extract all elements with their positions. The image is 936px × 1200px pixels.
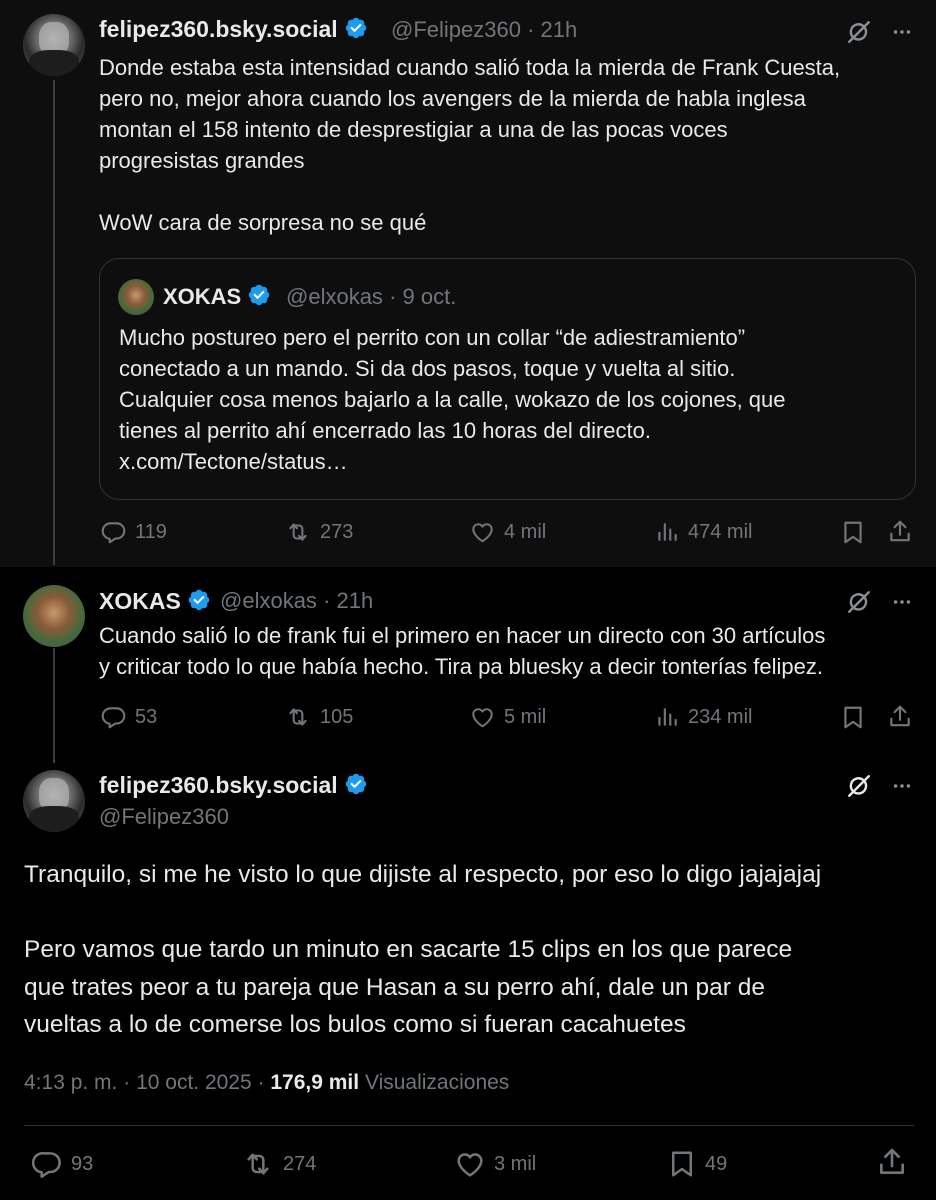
post-text: Cuando salió lo de frank fui el primero … <box>99 623 826 679</box>
thread-line <box>53 648 55 763</box>
like-button[interactable]: 4 mil <box>469 519 546 545</box>
author-handle[interactable]: @Felipez360 · 21h <box>391 17 577 43</box>
like-icon <box>469 704 496 730</box>
repost-button[interactable]: 274 <box>241 1148 316 1180</box>
like-button[interactable]: 3 mil <box>454 1148 536 1180</box>
reply-button[interactable]: 119 <box>101 519 167 545</box>
share-icon <box>876 1146 908 1178</box>
divider <box>24 1125 914 1126</box>
author-name[interactable]: felipez360.bsky.social <box>99 16 368 43</box>
bookmark-button[interactable] <box>840 704 866 731</box>
views-button[interactable]: 234 mil <box>654 704 752 730</box>
share-button[interactable] <box>887 703 913 730</box>
avatar[interactable] <box>23 14 85 76</box>
post-meta: 4:13 p. m. · 10 oct. 2025 · 176,9 mil Vi… <box>24 1071 510 1094</box>
post-text: Tranquilo, si me he visto lo que dijiste… <box>24 861 822 1038</box>
reply-button[interactable]: 93 <box>31 1148 93 1180</box>
thread-line <box>53 80 55 565</box>
bookmark-icon <box>840 519 866 546</box>
quote-link[interactable]: x.com/Tectone/status… <box>119 446 909 477</box>
more-icon[interactable] <box>889 21 915 43</box>
avatar <box>118 279 154 315</box>
grok-icon[interactable] <box>846 589 872 615</box>
post-time[interactable]: 4:13 p. m. <box>24 1071 117 1094</box>
repost-icon <box>284 704 312 730</box>
avatar[interactable] <box>23 585 85 647</box>
author-handle[interactable]: @elxokas · 21h <box>220 588 373 614</box>
views-icon <box>654 519 680 545</box>
author-handle[interactable]: @Felipez360 <box>99 804 229 830</box>
share-icon <box>887 703 913 730</box>
timestamp[interactable]: 21h <box>337 588 374 613</box>
verified-badge-icon <box>344 772 368 796</box>
more-icon[interactable] <box>889 591 915 613</box>
more-icon[interactable] <box>889 775 915 797</box>
reply-button[interactable]: 53 <box>101 704 157 730</box>
like-button[interactable]: 5 mil <box>469 704 546 730</box>
quote-card[interactable]: XOKAS @elxokas · 9 oct. Mucho postureo p… <box>99 258 916 500</box>
like-icon <box>469 519 496 545</box>
views-icon <box>654 704 680 730</box>
grok-icon[interactable] <box>846 19 872 45</box>
views-button[interactable]: 474 mil <box>654 519 752 545</box>
verified-badge-icon <box>187 588 211 612</box>
bookmark-button[interactable] <box>840 519 866 546</box>
verified-badge-icon <box>247 283 271 307</box>
share-button[interactable] <box>887 518 913 545</box>
repost-button[interactable]: 105 <box>284 704 353 730</box>
reply-icon <box>31 1148 63 1180</box>
share-button[interactable] <box>876 1146 908 1178</box>
quote-author-name: XOKAS <box>163 283 271 310</box>
grok-icon[interactable] <box>846 773 872 799</box>
avatar[interactable] <box>23 770 85 832</box>
bookmark-icon <box>667 1148 697 1180</box>
repost-button[interactable]: 273 <box>284 519 353 545</box>
bookmark-icon <box>840 704 866 731</box>
reply-icon <box>101 519 127 545</box>
like-icon <box>454 1148 486 1180</box>
bookmark-button[interactable]: 49 <box>667 1148 727 1180</box>
quote-author-handle: @elxokas · 9 oct. <box>286 284 457 309</box>
post-date[interactable]: 10 oct. 2025 <box>136 1071 252 1094</box>
author-name[interactable]: felipez360.bsky.social <box>99 772 368 799</box>
timestamp[interactable]: 21h <box>541 17 578 42</box>
verified-badge-icon <box>344 16 368 40</box>
post-text: Donde estaba esta intensidad cuando sali… <box>99 55 841 235</box>
views-count: 176,9 mil <box>270 1071 360 1094</box>
quote-text: Mucho postureo pero el perrito con un co… <box>119 322 909 477</box>
repost-icon <box>284 519 312 545</box>
share-icon <box>887 518 913 545</box>
reply-icon <box>101 704 127 730</box>
views-label: Visualizaciones <box>364 1071 510 1094</box>
author-name[interactable]: XOKAS <box>99 588 211 615</box>
repost-icon <box>241 1148 275 1180</box>
